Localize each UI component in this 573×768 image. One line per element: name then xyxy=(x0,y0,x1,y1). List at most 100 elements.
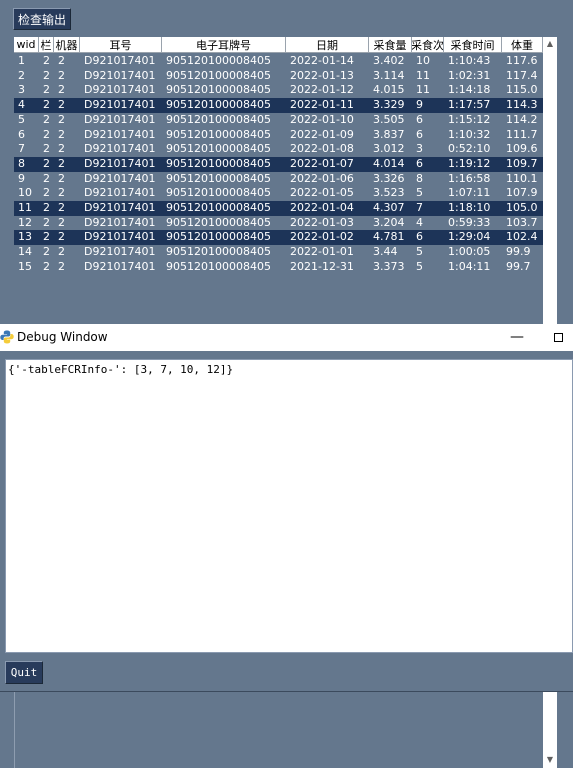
table-cell: 2022-01-13 xyxy=(290,68,354,82)
table-cell: 7 xyxy=(416,201,423,214)
table-row[interactable]: 7 2 2 D921017401 905120100008405 2022-01-08 3.… xyxy=(14,142,543,157)
column-header[interactable]: 耳号 xyxy=(80,37,162,53)
table-cell: 4.307 xyxy=(373,201,405,214)
table-cell: 5 xyxy=(416,186,423,200)
minimize-icon[interactable]: — xyxy=(504,324,530,351)
table-row[interactable]: 14 2 2 D921017401 905120100008405 2022-01-01 3… xyxy=(14,245,543,260)
table-cell: 2022-01-02 xyxy=(290,230,354,244)
table-row[interactable]: 13 2 2 D921017401 905120100008405 2022-01-02 4… xyxy=(14,230,543,246)
table-cell: 2022-01-03 xyxy=(290,215,354,229)
debug-window-border xyxy=(0,691,573,692)
scroll-down-arrow-icon[interactable]: ▼ xyxy=(543,754,557,766)
table-row[interactable]: 4 2 2 D921017401 905120100008405 2022-01-11 3.… xyxy=(14,98,543,113)
column-header[interactable]: wid xyxy=(14,37,39,53)
table-cell: 2 xyxy=(58,230,65,244)
table-cell: 2 xyxy=(58,245,65,259)
table-cell: 4.015 xyxy=(373,83,405,97)
table-cell: 117.6 xyxy=(506,54,538,67)
table-cell: 2022-01-04 xyxy=(290,201,354,214)
table-cell: 2 xyxy=(58,54,65,67)
table-row[interactable]: 11 2 2 D921017401 905120100008405 2022-01-04 4… xyxy=(14,201,543,216)
table-cell: 905120100008405 xyxy=(166,83,271,97)
table-vertical-scrollbar[interactable]: ▲ xyxy=(543,37,557,324)
table-cell: 6 xyxy=(416,156,423,170)
table-cell: 3.523 xyxy=(373,186,405,200)
debug-window-title: Debug Window xyxy=(17,330,108,344)
table-cell: 2 xyxy=(58,142,65,156)
lower-vertical-scrollbar[interactable]: ▼ xyxy=(543,692,557,768)
table-cell: 905120100008405 xyxy=(166,142,271,156)
table-cell: 102.4 xyxy=(506,230,538,244)
table-cell: 1:07:11 xyxy=(448,186,491,200)
table-cell: 905120100008405 xyxy=(166,68,271,82)
table-cell: 2 xyxy=(58,68,65,82)
table-row[interactable]: 1 2 2 D921017401 905120100008405 2022-01-14 3.… xyxy=(14,54,543,69)
table-row[interactable]: 6 2 2 D921017401 905120100008405 2022-01-09 3.… xyxy=(14,128,543,143)
table-cell: 2022-01-05 xyxy=(290,186,354,200)
table-cell: 0:52:10 xyxy=(448,142,491,156)
debug-titlebar[interactable]: Debug Window — xyxy=(0,324,573,351)
table-cell: 3.326 xyxy=(373,171,405,185)
table-row[interactable]: 5 2 2 D921017401 905120100008405 2022-01-10 3.… xyxy=(14,113,543,128)
table-cell: 3 xyxy=(18,83,25,97)
table-cell: 3.012 xyxy=(373,142,405,156)
table-cell: 105.0 xyxy=(506,201,538,214)
table-cell: 1:16:58 xyxy=(448,171,491,185)
table-row[interactable]: 12 2 2 D921017401 905120100008405 2022-01-03 3… xyxy=(14,216,543,231)
table-cell: D921017401 xyxy=(84,201,156,214)
table-cell: 6 xyxy=(416,127,423,141)
table-cell: 905120100008405 xyxy=(166,245,271,259)
column-header[interactable]: 体重 xyxy=(502,37,543,53)
scroll-up-arrow-icon[interactable]: ▲ xyxy=(543,37,557,51)
table-cell: 3.329 xyxy=(373,98,405,112)
table-cell: 2 xyxy=(58,215,65,229)
table-cell: 905120100008405 xyxy=(166,127,271,141)
table-cell: 115.0 xyxy=(506,83,538,97)
table-cell: 1 xyxy=(18,54,25,67)
column-header[interactable]: 采食次 xyxy=(412,37,444,53)
column-header[interactable]: 日期 xyxy=(286,37,369,53)
column-header[interactable]: 机器 xyxy=(54,37,80,53)
table-cell: 2 xyxy=(43,215,50,229)
table-cell: 1:10:43 xyxy=(448,54,491,67)
table-cell: 3.204 xyxy=(373,215,405,229)
table-cell: 2 xyxy=(58,171,65,185)
debug-window: Debug Window — {'-tableFCRInfo-': [3, 7,… xyxy=(0,324,573,692)
column-header[interactable]: 采食量 xyxy=(369,37,412,53)
table-row[interactable]: 3 2 2 D921017401 905120100008405 2022-01-12 4.… xyxy=(14,83,543,98)
table-cell: 2 xyxy=(43,83,50,97)
table-cell: 3 xyxy=(416,142,423,156)
table-cell: 2 xyxy=(43,98,50,112)
column-header[interactable]: 采食时间 xyxy=(444,37,502,53)
quit-button[interactable]: Quit xyxy=(5,661,43,684)
table-cell: 1:19:12 xyxy=(448,156,491,170)
column-header[interactable]: 栏 xyxy=(39,37,54,53)
table-row[interactable]: 8 2 2 D921017401 905120100008405 2022-01-07 4.… xyxy=(14,156,543,172)
debug-output-area[interactable]: {'-tableFCRInfo-': [3, 7, 10, 12]} xyxy=(5,359,573,653)
table-cell: 2 xyxy=(43,54,50,67)
table-row[interactable]: 15 2 2 D921017401 905120100008405 2021-12-31 3… xyxy=(14,260,543,275)
table-cell: 2022-01-12 xyxy=(290,83,354,97)
table-cell: 2 xyxy=(58,186,65,200)
table-cell: 2 xyxy=(43,127,50,141)
table-cell: 905120100008405 xyxy=(166,259,271,273)
table-cell: 14 xyxy=(18,245,32,259)
table-row[interactable]: 2 2 2 D921017401 905120100008405 2022-01-13 3.… xyxy=(14,69,543,84)
table-cell: 6 xyxy=(18,127,25,141)
table-cell: 111.7 xyxy=(506,127,538,141)
table-cell: D921017401 xyxy=(84,171,156,185)
table-row[interactable]: 10 2 2 D921017401 905120100008405 2022-01-05 3… xyxy=(14,186,543,201)
table-cell: 4 xyxy=(18,98,25,112)
table-cell: D921017401 xyxy=(84,98,156,112)
table-cell: 2022-01-01 xyxy=(290,245,354,259)
table-cell: 2 xyxy=(58,98,65,112)
column-header[interactable]: 电子耳牌号 xyxy=(162,37,286,53)
fcr-info-table[interactable]: wid 栏机器 耳号 电子耳牌号 日期 采食量 采食次 采食时间 体重 1 2 2 D92101740… xyxy=(14,37,543,324)
table-cell: 2022-01-08 xyxy=(290,142,354,156)
maximize-icon[interactable] xyxy=(546,324,572,351)
table-row[interactable]: 9 2 2 D921017401 905120100008405 2022-01-06 3.… xyxy=(14,172,543,187)
check-output-button[interactable]: 检查输出 xyxy=(13,8,71,30)
table-cell: 4 xyxy=(416,215,423,229)
table-cell: 10 xyxy=(416,54,430,67)
table-cell: 7 xyxy=(18,142,25,156)
